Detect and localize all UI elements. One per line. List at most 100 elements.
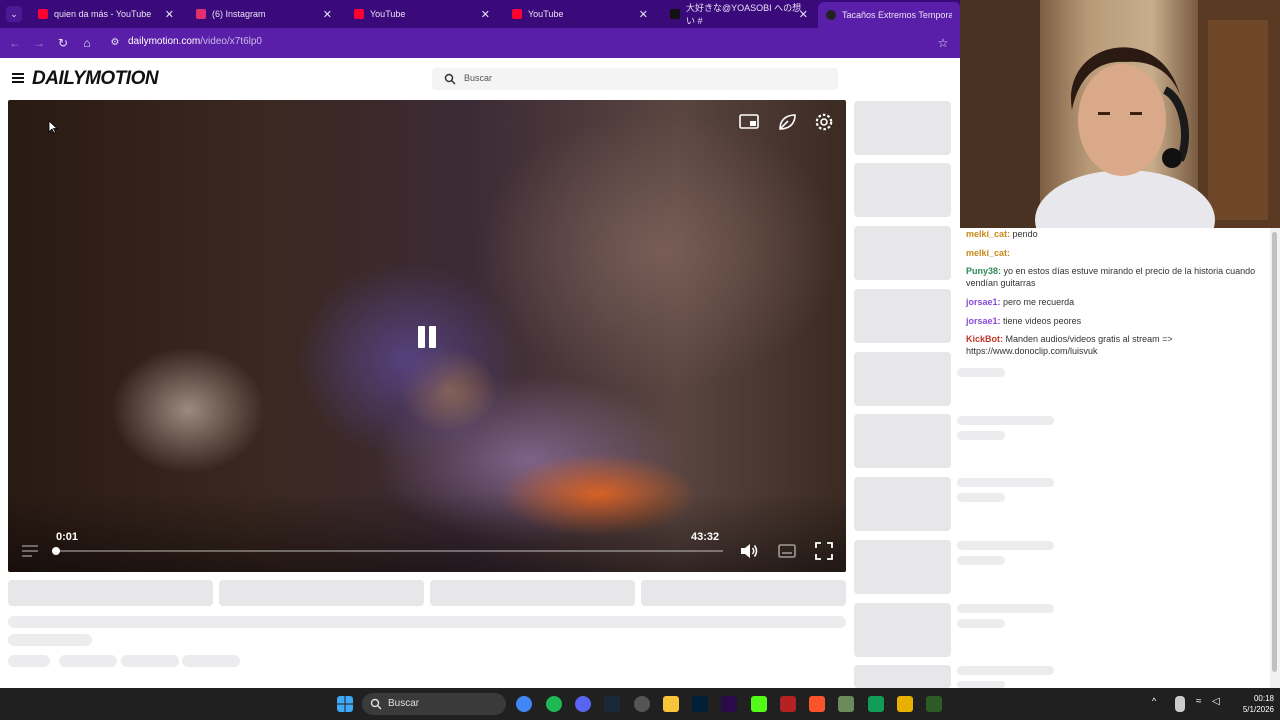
steam-icon[interactable] bbox=[604, 696, 620, 712]
drive-icon[interactable] bbox=[868, 696, 884, 712]
skeleton-line bbox=[957, 619, 1005, 628]
pause-button[interactable] bbox=[416, 326, 438, 348]
kick-icon[interactable] bbox=[751, 696, 767, 712]
browser-tab-strip: ⌄ quien da más - YouTube ✕ (6) Instagram… bbox=[0, 0, 960, 28]
spotify-icon[interactable] bbox=[546, 696, 562, 712]
close-icon[interactable]: ✕ bbox=[639, 8, 648, 21]
app-icon[interactable] bbox=[926, 696, 942, 712]
menu-icon[interactable] bbox=[12, 73, 24, 83]
skeleton-tab bbox=[219, 580, 424, 606]
brave-icon[interactable] bbox=[809, 696, 825, 712]
search-icon bbox=[444, 73, 456, 85]
speaker-icon[interactable]: ◁ bbox=[1212, 696, 1224, 712]
windows-taskbar: Buscar ^ ≈ ◁ 00:18 5/1/2026 bbox=[0, 688, 1280, 720]
mouse-cursor-icon bbox=[48, 120, 58, 134]
page-scrollbar[interactable] bbox=[1270, 228, 1280, 688]
url-domain: dailymotion.com bbox=[128, 36, 201, 47]
search-input[interactable]: Buscar bbox=[432, 68, 838, 90]
microphone-icon[interactable] bbox=[1175, 696, 1185, 712]
close-icon[interactable]: ✕ bbox=[323, 8, 332, 21]
playlist-icon[interactable] bbox=[20, 541, 40, 561]
dailymotion-icon bbox=[826, 10, 836, 20]
wifi-icon[interactable]: ≈ bbox=[1196, 696, 1208, 712]
chat-message: jorsae1: tiene videos peores bbox=[966, 316, 1082, 326]
browser-tab[interactable]: quien da más - YouTube ✕ bbox=[30, 3, 180, 25]
address-bar[interactable]: dailymotion.com/video/x7t6lp0 bbox=[128, 36, 262, 47]
scrollbar-thumb[interactable] bbox=[1272, 232, 1277, 672]
skeleton-thumbnail bbox=[854, 477, 951, 531]
skeleton-line bbox=[957, 666, 1054, 675]
fullscreen-icon[interactable] bbox=[814, 541, 834, 561]
discord-icon[interactable] bbox=[575, 696, 591, 712]
tray-chevron-icon[interactable]: ^ bbox=[1152, 696, 1162, 712]
skeleton-chip bbox=[8, 655, 50, 667]
clock-date: 5/1/2026 bbox=[1242, 705, 1274, 714]
search-icon bbox=[370, 698, 382, 710]
forward-icon[interactable]: → bbox=[32, 36, 46, 50]
youtube-icon bbox=[354, 9, 364, 19]
rockstar-icon[interactable] bbox=[897, 696, 913, 712]
skeleton-thumbnail bbox=[854, 665, 951, 688]
skeleton-thumbnail bbox=[854, 101, 951, 155]
windows-start-icon[interactable] bbox=[337, 696, 353, 712]
chat-message: melki_cat: bbox=[966, 248, 1011, 258]
settings-gear-icon[interactable] bbox=[814, 112, 834, 132]
close-icon[interactable]: ✕ bbox=[165, 8, 174, 21]
browser-tab-active[interactable]: Tacaños Extremos Tempora bbox=[818, 2, 960, 28]
skeleton-thumbnail bbox=[854, 540, 951, 594]
browser-tab[interactable]: 大好きな@YOASOBI への想い # ✕ bbox=[662, 3, 814, 26]
webcam-overlay bbox=[960, 0, 1280, 228]
tab-search-button[interactable]: ⌄ bbox=[6, 6, 22, 22]
youtube-icon bbox=[38, 9, 48, 19]
skeleton-thumbnail bbox=[854, 226, 951, 280]
skeleton-title bbox=[8, 616, 846, 628]
skeleton-tab bbox=[430, 580, 635, 606]
dailymotion-logo[interactable]: DAILYMOTION bbox=[32, 68, 159, 90]
skeleton-thumbnail bbox=[854, 352, 951, 406]
close-icon[interactable]: ✕ bbox=[481, 8, 490, 21]
app-icon[interactable] bbox=[838, 696, 854, 712]
pip-icon[interactable] bbox=[739, 112, 759, 132]
app-icon[interactable] bbox=[780, 696, 796, 712]
video-player[interactable]: 0:01 43:32 bbox=[8, 100, 846, 572]
skeleton-line bbox=[957, 493, 1005, 502]
skeleton-chip bbox=[59, 655, 117, 667]
stream-chat-overlay: melki_cat: pendo melki_cat: Puny38: yo e… bbox=[960, 228, 1270, 378]
back-icon[interactable]: ← bbox=[8, 36, 22, 50]
chrome-icon[interactable] bbox=[516, 696, 532, 712]
close-icon[interactable]: ✕ bbox=[799, 8, 808, 21]
reload-icon[interactable]: ↻ bbox=[56, 36, 70, 50]
skeleton-line bbox=[957, 681, 1005, 688]
browser-tab[interactable]: YouTube ✕ bbox=[346, 3, 496, 25]
tab-title: 大好きな@YOASOBI への想い # bbox=[686, 3, 802, 26]
url-path: /video/x7t6lp0 bbox=[200, 36, 262, 47]
search-placeholder: Buscar bbox=[464, 73, 493, 83]
tab-title: YouTube bbox=[370, 9, 406, 19]
leaf-eco-icon[interactable] bbox=[777, 112, 797, 132]
volume-icon[interactable] bbox=[739, 541, 759, 561]
site-info-icon[interactable]: ⚙ bbox=[108, 36, 122, 50]
skeleton-thumbnail bbox=[854, 289, 951, 343]
openai-icon[interactable] bbox=[634, 696, 650, 712]
premiere-icon[interactable] bbox=[721, 696, 737, 712]
skeleton-tab bbox=[8, 580, 213, 606]
tab-title: (6) Instagram bbox=[212, 9, 266, 19]
taskbar-clock[interactable]: 00:18 5/1/2026 bbox=[1230, 693, 1274, 715]
progress-bar[interactable] bbox=[52, 547, 723, 555]
file-explorer-icon[interactable] bbox=[663, 696, 679, 712]
subtitles-icon[interactable] bbox=[777, 541, 797, 561]
tiktok-icon bbox=[670, 9, 680, 19]
instagram-icon bbox=[196, 9, 206, 19]
browser-tab[interactable]: YouTube ✕ bbox=[504, 3, 654, 25]
home-icon[interactable]: ⌂ bbox=[80, 36, 94, 50]
skeleton-line bbox=[957, 478, 1054, 487]
tab-title: Tacaños Extremos Tempora bbox=[842, 10, 952, 20]
browser-tab[interactable]: (6) Instagram ✕ bbox=[188, 3, 338, 25]
chat-message: jorsae1: pero me recuerda bbox=[966, 297, 1075, 307]
skeleton-chip bbox=[182, 655, 240, 667]
taskbar-search[interactable]: Buscar bbox=[362, 693, 506, 715]
bookmark-star-icon[interactable]: ☆ bbox=[936, 36, 950, 50]
youtube-icon bbox=[512, 9, 522, 19]
photoshop-icon[interactable] bbox=[692, 696, 708, 712]
streamer-webcam-image bbox=[960, 0, 1280, 228]
